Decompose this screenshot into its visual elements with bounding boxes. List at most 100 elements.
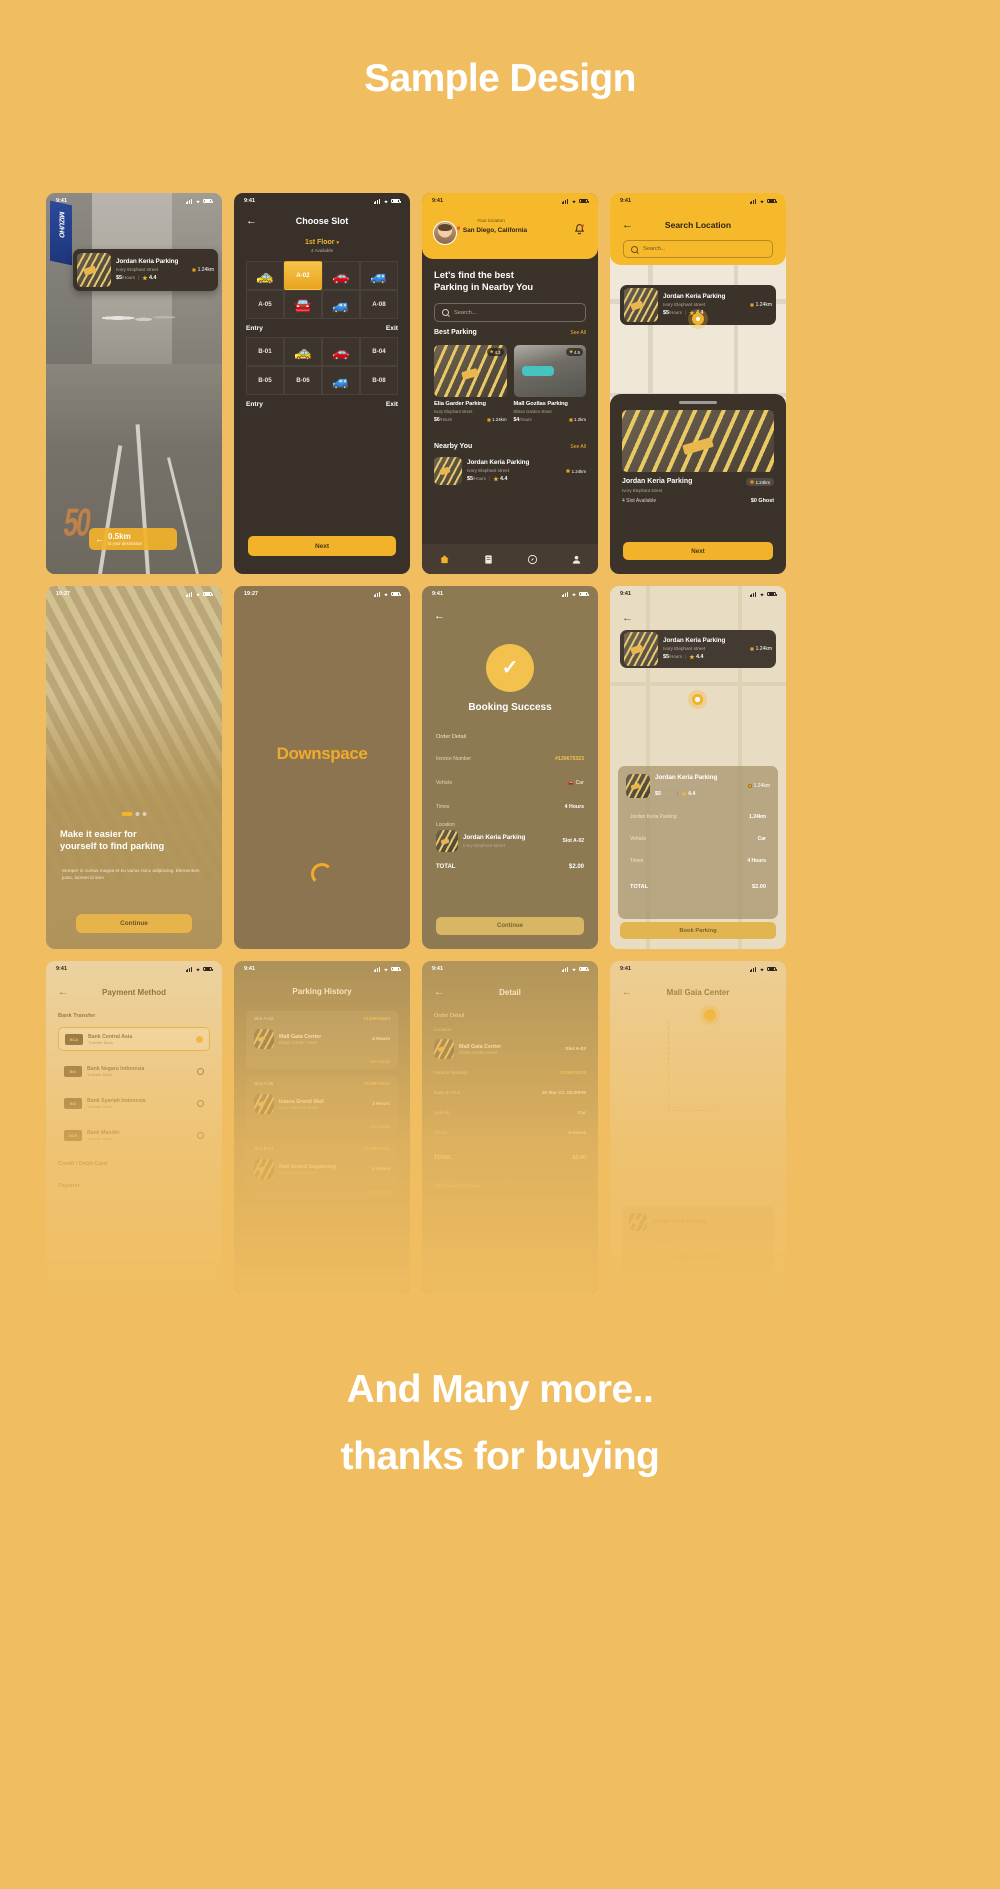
- screen-mall-map[interactable]: 9:41 ← Mall Gaia Center Jordan Keria Par…: [610, 961, 786, 1294]
- slot-free[interactable]: B-05: [246, 366, 284, 395]
- slot-occupied[interactable]: 🚕: [246, 261, 284, 290]
- screen-choose-slot[interactable]: 9:41 ← Choose Slot 1st Floor ▾ 4 Availabl…: [234, 193, 410, 574]
- continue-button[interactable]: Continue: [436, 917, 584, 935]
- profile-icon[interactable]: [571, 554, 582, 565]
- screen-onboarding[interactable]: 19:27 Make it easier for yourself to fin…: [46, 586, 222, 949]
- meta-divider: |: [676, 791, 679, 798]
- see-all-link[interactable]: See All: [570, 444, 586, 450]
- radio-icon[interactable]: [197, 1099, 204, 1107]
- back-icon[interactable]: ←: [622, 219, 633, 231]
- history-item[interactable]: Slot B-01 #139675991 Mall Grand Sagabran…: [246, 1141, 398, 1199]
- car-orange-icon: 🚗: [332, 343, 350, 360]
- bell-icon[interactable]: [573, 223, 586, 236]
- slot-occupied[interactable]: 🚙: [322, 290, 360, 319]
- slot-free[interactable]: A-08: [360, 290, 398, 319]
- pagination-dots[interactable]: [121, 812, 147, 816]
- bank-option[interactable]: MDR Bank Mandiri Transfer Bank: [58, 1123, 210, 1147]
- total-row: TOTAL $2.00: [434, 1155, 586, 1161]
- screen-detail[interactable]: 9:41 ← Detail Order Detail Location Mall…: [422, 961, 598, 1294]
- slot-occupied[interactable]: 🚙: [360, 261, 398, 290]
- slot-free[interactable]: B-01: [246, 337, 284, 366]
- group-title[interactable]: Credit / Debit Card: [58, 1161, 107, 1167]
- bottom-sheet[interactable]: Jordan Keria Parking Ivory Elephant stre…: [610, 394, 786, 574]
- slot-value: Slot A-02: [565, 1046, 586, 1052]
- screen-payment-method[interactable]: 9:41 ← Payment Method Bank Transfer BCA: [46, 961, 222, 1294]
- status-time: 9:41: [620, 591, 632, 597]
- next-button[interactable]: Next: [623, 542, 773, 560]
- back-icon[interactable]: ←: [622, 612, 633, 624]
- search-input[interactable]: Search...: [623, 240, 773, 258]
- slot-free[interactable]: B-04: [360, 337, 398, 366]
- screen-home[interactable]: 9:41 Your location 📍San Diego, Californi…: [422, 193, 598, 574]
- parking-card[interactable]: Jordan Keria Parking Ivory Elephant stre…: [620, 630, 776, 668]
- slot-free[interactable]: B-08: [360, 366, 398, 395]
- dot-active[interactable]: [121, 812, 133, 816]
- slot-free[interactable]: A-05: [246, 290, 284, 319]
- slot-occupied[interactable]: 🚙: [322, 366, 360, 395]
- slot-occupied[interactable]: 🚗: [322, 261, 360, 290]
- bottom-tab-bar[interactable]: [422, 544, 598, 574]
- sheet-grab-handle[interactable]: [679, 401, 717, 404]
- parking-card[interactable]: Jordan Keria Parking Ivory Elephant stre…: [73, 249, 218, 291]
- back-icon[interactable]: ←: [434, 987, 444, 998]
- slot-selected[interactable]: A-02: [284, 261, 322, 290]
- search-input[interactable]: Search...: [434, 303, 586, 322]
- parking-name: Jordan Keria Parking: [467, 459, 530, 467]
- dot[interactable]: [135, 812, 140, 816]
- radio-icon[interactable]: [197, 1131, 204, 1139]
- compass-icon[interactable]: [527, 554, 538, 565]
- next-button[interactable]: Next: [248, 536, 396, 556]
- location-block[interactable]: Your location 📍San Diego, California: [422, 219, 560, 234]
- back-icon[interactable]: ←: [622, 987, 632, 998]
- slot-occupied[interactable]: 🚘: [284, 290, 322, 319]
- slot-label: Slot A-09: [254, 1082, 274, 1087]
- bank-option[interactable]: BNI Bank Negara Indonesia Transfer Bank: [58, 1059, 210, 1083]
- map-pin[interactable]: [692, 313, 704, 325]
- screen-map-detail[interactable]: MIZUHO 50 9:41 Jordan Keria Parking Ivor…: [46, 193, 222, 574]
- floor-value[interactable]: 1st Floor ▾: [234, 239, 410, 246]
- parking-thumbnail: [626, 774, 650, 798]
- map-pin[interactable]: [692, 694, 703, 705]
- parking-rating: ★4.4: [493, 476, 508, 483]
- floor-selector[interactable]: 1st Floor ▾ 4 Available: [234, 239, 410, 253]
- detail-sheet[interactable]: Jordan Keria Parking Ivory Elephant stre…: [618, 766, 778, 919]
- back-icon[interactable]: ←: [434, 610, 445, 622]
- slot-grid[interactable]: 🚕 A-02 🚗 🚙 B-01 A-05 🚘 🚙 A-08 Entry: [246, 261, 398, 413]
- parking-info: Jordan Keria Parking Ivory Elephant stre…: [116, 258, 178, 282]
- history-item[interactable]: Slot A-09 #139675123 Istana Grand Mall I…: [246, 1076, 398, 1134]
- see-detail-link[interactable]: See Detail: [370, 1189, 390, 1194]
- slot-occupied[interactable]: 🚗: [322, 337, 360, 366]
- slot-free[interactable]: B-06: [284, 366, 322, 395]
- screen-booking-success[interactable]: 9:41 ← ✓ Booking Success Order Detail In…: [422, 586, 598, 949]
- map-pin[interactable]: [704, 1009, 716, 1021]
- dot[interactable]: [142, 812, 147, 816]
- chevron-down-icon[interactable]: ▾: [337, 240, 340, 246]
- home-icon[interactable]: [439, 554, 450, 565]
- slot-occupied[interactable]: 🚕: [284, 337, 322, 366]
- see-detail-link[interactable]: See Detail: [370, 1124, 390, 1129]
- see-all-link[interactable]: See All: [570, 330, 586, 336]
- radio-selected-icon[interactable]: [196, 1035, 203, 1043]
- see-detail-link[interactable]: See Detail: [370, 1059, 390, 1064]
- best-parking-card[interactable]: ★ 4.3 Elia Garder Parking Ivory Elephant …: [434, 345, 507, 423]
- bank-option[interactable]: BSI Bank Syariah Indonesia Transfer Bank: [58, 1091, 210, 1115]
- navigate-button[interactable]: Navigate to Parking: [629, 1249, 767, 1264]
- screen-search-location[interactable]: 9:41 ← Search Location Search... Jordan …: [610, 193, 786, 574]
- bank-option[interactable]: BCA Bank Central Asia Transfer Bank: [58, 1027, 210, 1051]
- group-title[interactable]: Paylater: [58, 1183, 80, 1189]
- history-item[interactable]: Slot A-02 #139675323 Mall Gaia Center El…: [246, 1011, 398, 1069]
- screen-book-parking[interactable]: 9:41 ← Jordan Keria Parking Ivory Elepha…: [610, 586, 786, 949]
- back-icon[interactable]: ←: [58, 987, 68, 998]
- nearby-list: Jordan Keria Parking Ivory Elephant stre…: [434, 451, 586, 485]
- best-parking-card[interactable]: ★ 4.5 Mall Gozilas Parking Elisan Garden …: [513, 345, 586, 423]
- list-item[interactable]: Jordan Keria Parking Ivory Elephant stre…: [434, 457, 586, 485]
- screen-parking-history[interactable]: 9:41 Parking History Slot A-02 #13967532…: [234, 961, 410, 1294]
- radio-icon[interactable]: [197, 1067, 204, 1075]
- parking-name: Jordan Keria Parking: [116, 258, 179, 266]
- destination-card[interactable]: Jordan Keria Parking A. 20 minute from y…: [622, 1206, 774, 1272]
- ticket-icon[interactable]: [483, 554, 494, 565]
- map-view[interactable]: Jordan Keria Parking Ivory Elephant stre…: [610, 265, 786, 574]
- book-parking-button[interactable]: Book Parking: [620, 922, 776, 939]
- back-icon[interactable]: ←: [246, 215, 257, 227]
- continue-button[interactable]: Continue: [76, 914, 192, 933]
